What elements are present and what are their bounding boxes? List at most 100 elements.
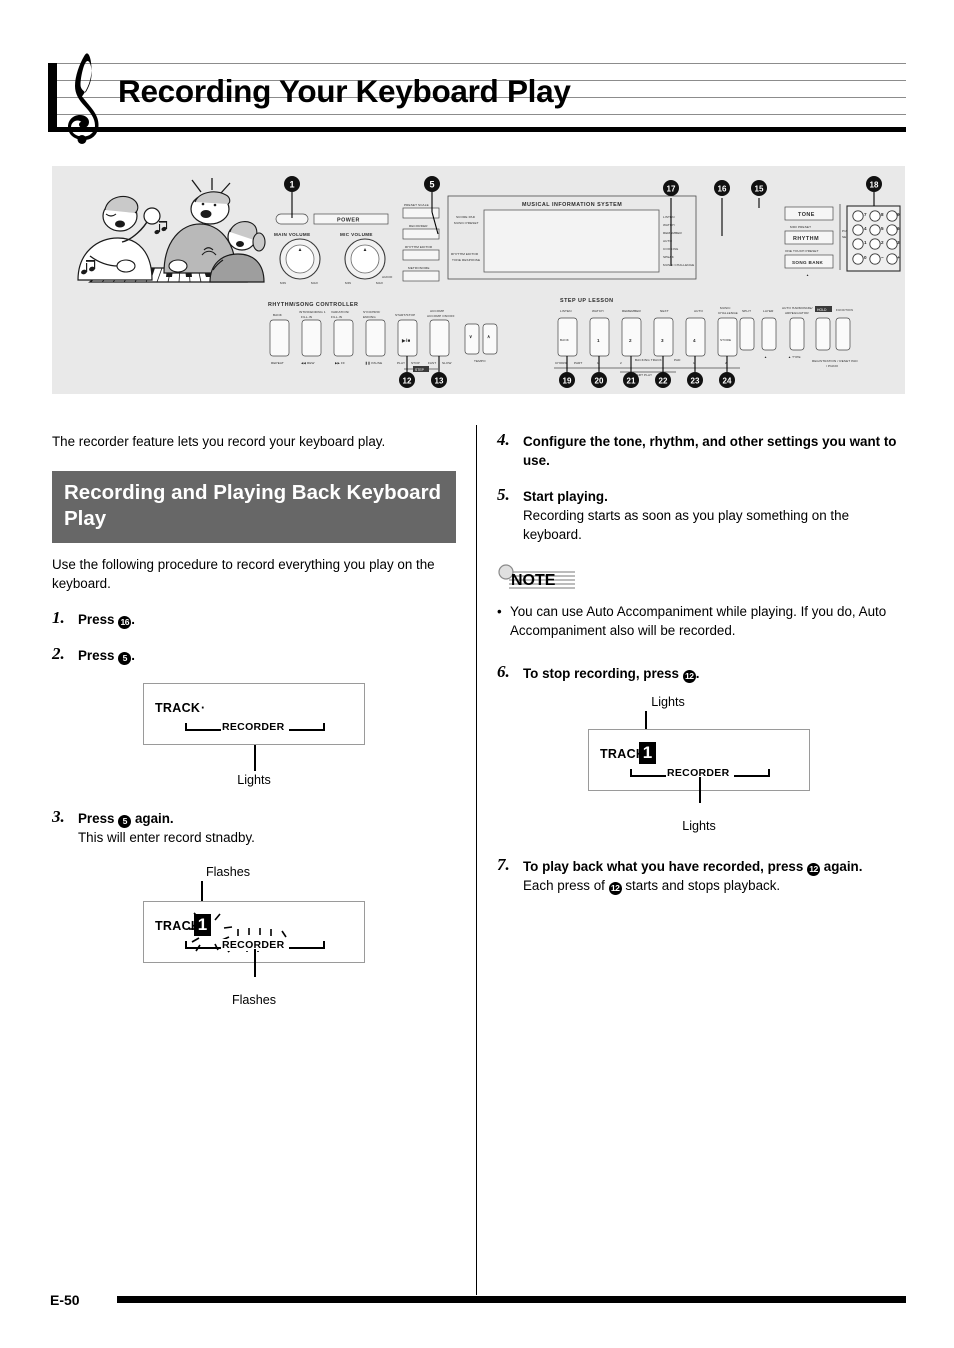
svg-text:19: 19 xyxy=(563,377,572,386)
step-7-sub-pre: Each press of xyxy=(523,878,609,893)
svg-text:24: 24 xyxy=(723,377,732,386)
musical-information-system-display: MUSICAL INFORMATION SYSTEM SCORE PAD MUS… xyxy=(447,195,697,280)
svg-text:▲ TYPE: ▲ TYPE xyxy=(788,355,801,359)
svg-text:START/STOP: START/STOP xyxy=(395,313,415,317)
svg-text:PART: PART xyxy=(574,361,582,365)
svg-text:23: 23 xyxy=(691,377,700,386)
svg-text:7: 7 xyxy=(864,212,867,217)
callout-badge-24: 24 xyxy=(719,372,735,388)
svg-text:STOP: STOP xyxy=(411,361,420,365)
leader-line-step-2 xyxy=(254,745,256,771)
svg-text:SYNCHRO/: SYNCHRO/ xyxy=(363,310,380,314)
svg-text:16: 16 xyxy=(718,185,727,194)
callout-badge-15: 15 xyxy=(751,180,767,196)
svg-text:5: 5 xyxy=(881,226,884,231)
step-7-number: 7. xyxy=(497,855,510,874)
step-6-number: 6. xyxy=(497,662,510,681)
svg-text:WATCH: WATCH xyxy=(663,223,675,227)
note-block: NOTE NOTE xyxy=(497,564,901,589)
svg-text:SPLIT: SPLIT xyxy=(742,309,751,313)
svg-text:MUSIC CHALLENGE: MUSIC CHALLENGE xyxy=(663,263,694,267)
svg-text:PAD: PAD xyxy=(674,358,681,362)
step-5-number: 5. xyxy=(497,485,510,504)
svg-text:+: + xyxy=(897,255,900,260)
side-button-column: PRESET SCALE RECORDER RHYTHM EDITOR METR… xyxy=(382,203,440,282)
svg-text:FILL-IN: FILL-IN xyxy=(301,315,312,319)
svg-text:15: 15 xyxy=(755,185,764,194)
svg-text:9: 9 xyxy=(897,212,900,217)
callout-badge-19: 19 xyxy=(559,372,575,388)
manual-page: Recording Your Keyboard Play .lbl { font… xyxy=(0,0,954,1348)
svg-text:RHYTHM EDITOR: RHYTHM EDITOR xyxy=(451,252,479,256)
svg-text:VARIATION/: VARIATION/ xyxy=(331,310,349,314)
svg-text:REMEMBER: REMEMBER xyxy=(663,231,682,235)
svg-text:17: 17 xyxy=(667,185,676,194)
lcd-track-number-3: 1 xyxy=(194,914,211,936)
figure-step-6: Lights TRACK 1 RECORDER Lights xyxy=(497,695,901,833)
step-2-number: 2. xyxy=(52,644,65,663)
svg-text:AUDIO: AUDIO xyxy=(382,275,393,279)
svg-text:ACCOMP ON/OFF: ACCOMP ON/OFF xyxy=(427,314,455,318)
svg-text:3: 3 xyxy=(661,338,664,343)
svg-text:8: 8 xyxy=(881,212,884,217)
keyboard-panel-diagram: .lbl { font-family: "Liberation Sans", s… xyxy=(52,166,905,394)
power-volume-section: POWER MAIN VOLUME MIC VOLUME MIN MAX MIN M… xyxy=(274,213,389,285)
svg-text:AUTO: AUTO xyxy=(694,309,703,313)
column-divider xyxy=(476,425,477,1295)
svg-text:1: 1 xyxy=(597,338,600,343)
svg-text:4: 4 xyxy=(693,338,696,343)
lcd-track-dot-2: · xyxy=(201,701,206,715)
page-title: Recording Your Keyboard Play xyxy=(118,73,571,109)
svg-text:INTRO/ENDING 1: INTRO/ENDING 1 xyxy=(299,310,326,314)
svg-text:BACKING TRACK: BACKING TRACK xyxy=(635,358,663,362)
svg-text:2: 2 xyxy=(881,240,884,245)
note-icon: NOTE xyxy=(498,564,575,589)
svg-text:ENDING: ENDING xyxy=(363,315,376,319)
svg-text:PLAY: PLAY xyxy=(397,361,405,365)
step-3-text-pre: Press xyxy=(78,811,119,826)
svg-text:22: 22 xyxy=(659,377,668,386)
svg-text:▶▶ FF: ▶▶ FF xyxy=(335,361,345,365)
step-4: 4. Configure the tone, rhythm, and other… xyxy=(497,430,901,470)
leader-line-bottom-step-6 xyxy=(699,777,701,803)
svg-text:STORE: STORE xyxy=(720,338,731,342)
caption-flashes-bottom-step-3: Flashes xyxy=(231,993,277,1007)
svg-text:REGISTRATION / RESET PAD: REGISTRATION / RESET PAD xyxy=(812,359,858,363)
svg-text:❚❚ PAUSE: ❚❚ PAUSE xyxy=(365,361,382,365)
svg-text:LISTEN: LISTEN xyxy=(663,215,675,219)
svg-text:LISTEN: LISTEN xyxy=(560,309,572,313)
svg-text:BANK: BANK xyxy=(273,313,283,317)
figure-step-2: TRACK · RECORDER Lights xyxy=(52,683,456,787)
svg-text:PRESET SCALE: PRESET SCALE xyxy=(404,203,429,207)
lcd-track-label-2: TRACK xyxy=(155,701,201,715)
svg-text:ONE TOUCH PRESET: ONE TOUCH PRESET xyxy=(785,249,819,253)
svg-text:RECORDER: RECORDER xyxy=(409,224,428,228)
svg-text:AUTO HARMONIZE/: AUTO HARMONIZE/ xyxy=(782,306,813,310)
step-3: 3. Press 5 again. This will enter record… xyxy=(52,807,456,847)
callout-badge-12: 12 xyxy=(399,372,415,388)
callout-badge-21: 21 xyxy=(623,372,639,388)
callout-badge-16: 16 xyxy=(714,180,730,196)
step-2-text-pre: Press xyxy=(78,648,119,663)
left-column: The recorder feature lets you record you… xyxy=(52,432,456,1007)
svg-text:CHORD: CHORD xyxy=(555,361,568,365)
svg-text:3: 3 xyxy=(897,240,900,245)
caption-flashes-top-step-3: Flashes xyxy=(205,865,251,879)
step-4-title: Configure the tone, rhythm, and other se… xyxy=(523,434,897,468)
svg-text:MUSICAL INFORMATION SYSTEM: MUSICAL INFORMATION SYSTEM xyxy=(522,202,622,208)
section-intro: Use the following procedure to record ev… xyxy=(52,557,435,591)
svg-text:MIC VOLUME: MIC VOLUME xyxy=(340,232,373,237)
svg-text:STEP UP LESSON: STEP UP LESSON xyxy=(560,298,614,304)
caption-lights-bottom-step-6: Lights xyxy=(682,819,716,833)
tone-rhythm-songbank-group: TONE MIDI PRESET RHYTHM ONE TOUCH PRESET… xyxy=(784,204,857,277)
svg-text:1: 1 xyxy=(289,180,294,190)
callout-badge-5: 5 xyxy=(424,176,440,192)
svg-text:4: 4 xyxy=(864,226,867,231)
button-badge-12-stop: 12 xyxy=(682,670,696,683)
caption-lights-step-2: Lights xyxy=(237,773,271,787)
svg-text:TEMPO: TEMPO xyxy=(474,359,486,363)
svg-text:1: 1 xyxy=(864,240,867,245)
step-5-title: Start playing. xyxy=(523,489,608,504)
svg-text:LAYER: LAYER xyxy=(763,309,774,313)
svg-text:/ PIANO: / PIANO xyxy=(826,364,839,368)
